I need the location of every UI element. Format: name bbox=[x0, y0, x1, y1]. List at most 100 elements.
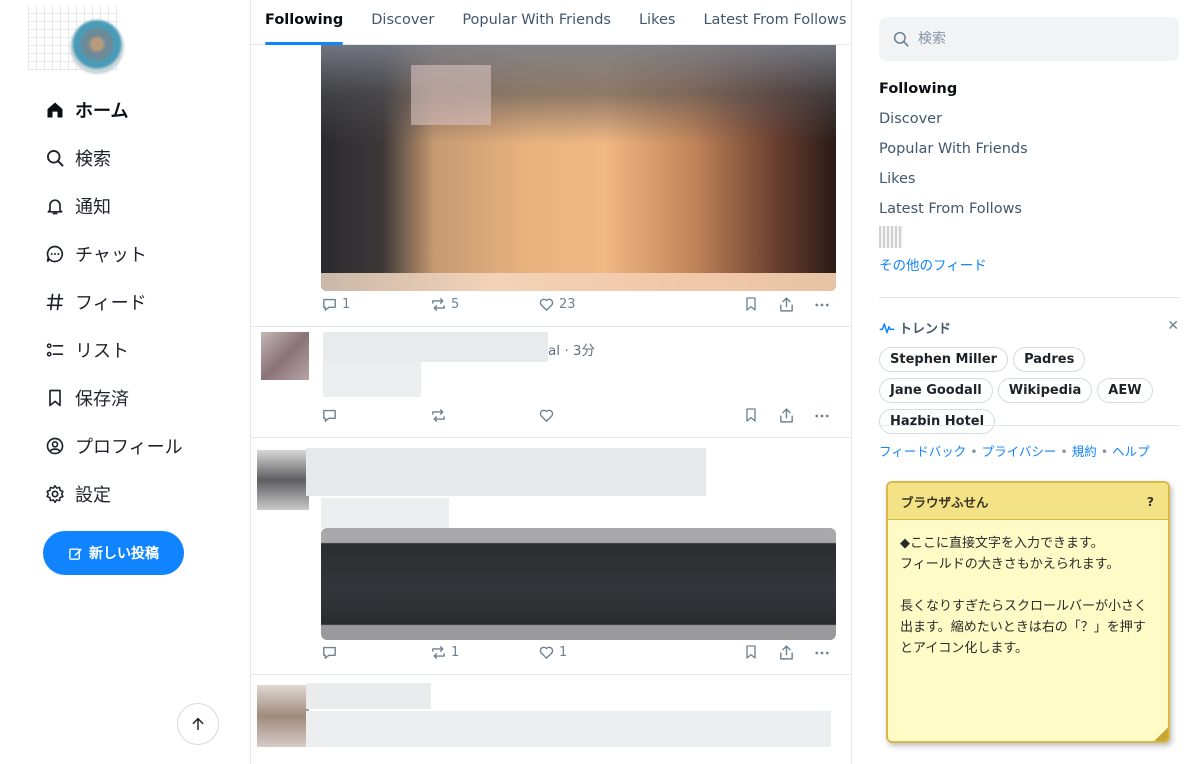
bookmark-icon bbox=[44, 387, 66, 409]
share-button[interactable] bbox=[778, 407, 795, 424]
heart-icon bbox=[539, 409, 554, 422]
tab-popular-with-friends[interactable]: Popular With Friends bbox=[462, 0, 625, 44]
tab-discover[interactable]: Discover bbox=[371, 0, 448, 44]
sticky-note-help-button[interactable]: ? bbox=[1147, 494, 1154, 509]
repost-button[interactable]: 5 bbox=[430, 296, 459, 313]
bookmark-button[interactable] bbox=[743, 296, 759, 312]
trend-pill[interactable]: Hazbin Hotel bbox=[879, 409, 996, 434]
sticky-note[interactable]: ブラウザふせん ? ◆ここに直接文字を入力できます。 フィールドの大きさもかえら… bbox=[886, 481, 1170, 743]
redacted-text bbox=[306, 683, 431, 709]
tab-likes[interactable]: Likes bbox=[639, 0, 689, 44]
nav-item-search[interactable]: 検索 bbox=[44, 134, 183, 182]
nav-item-label: ホーム bbox=[75, 101, 129, 122]
share-button[interactable] bbox=[778, 644, 795, 661]
more-icon bbox=[815, 651, 829, 655]
post-item[interactable] bbox=[251, 675, 851, 764]
feed-link-likes[interactable]: Likes bbox=[879, 168, 1028, 198]
trend-pill[interactable]: AEW bbox=[1097, 378, 1153, 403]
like-count: 1 bbox=[559, 645, 568, 660]
sticky-note-header[interactable]: ブラウザふせん ? bbox=[888, 483, 1168, 520]
feed-link-following[interactable]: Following bbox=[879, 78, 1028, 108]
repost-button[interactable] bbox=[430, 407, 447, 424]
footer-link-feedback[interactable]: フィードバック bbox=[879, 444, 966, 459]
more-options-button[interactable] bbox=[813, 644, 831, 662]
like-button[interactable] bbox=[538, 407, 555, 424]
redacted-text bbox=[323, 362, 421, 397]
post-item[interactable]: al · 3分 bbox=[251, 327, 851, 438]
redacted-text bbox=[323, 332, 548, 362]
more-options-button[interactable] bbox=[813, 407, 831, 425]
search-input[interactable] bbox=[918, 31, 1168, 47]
like-button[interactable]: 1 bbox=[538, 644, 567, 661]
scroll-to-top-button[interactable] bbox=[177, 703, 219, 745]
close-icon[interactable]: ✕ bbox=[1167, 318, 1179, 334]
feed-list: Following Discover Popular With Friends … bbox=[879, 78, 1028, 274]
author-avatar[interactable] bbox=[257, 450, 309, 510]
repost-icon bbox=[432, 646, 445, 659]
trend-pill[interactable]: Jane Goodall bbox=[879, 378, 993, 403]
repost-icon bbox=[432, 409, 445, 422]
trending-pills: Stephen Miller Padres Jane Goodall Wikip… bbox=[879, 347, 1184, 434]
feed-avatar-thumb[interactable] bbox=[879, 226, 903, 248]
bookmark-icon bbox=[746, 408, 756, 422]
nav-item-label: フィード bbox=[75, 293, 147, 314]
author-avatar[interactable] bbox=[261, 332, 309, 380]
avatar-image bbox=[70, 20, 124, 74]
feed-link-latest-from-follows[interactable]: Latest From Follows bbox=[879, 198, 1028, 228]
like-button[interactable]: 23 bbox=[538, 296, 576, 313]
trend-pill[interactable]: Wikipedia bbox=[997, 378, 1093, 403]
share-button[interactable] bbox=[778, 296, 795, 313]
footer-link-help[interactable]: ヘルプ bbox=[1112, 444, 1150, 459]
post-item[interactable]: 1 5 23 bbox=[251, 0, 851, 327]
nav-item-settings[interactable]: 設定 bbox=[44, 470, 183, 518]
resize-handle[interactable] bbox=[1152, 725, 1168, 741]
trend-pill[interactable]: Padres bbox=[1013, 347, 1086, 372]
nav-item-label: チャット bbox=[75, 245, 147, 266]
reply-button[interactable]: 1 bbox=[321, 296, 350, 313]
nav-item-feeds[interactable]: フィード bbox=[44, 278, 183, 326]
reply-button[interactable] bbox=[321, 407, 338, 424]
heart-icon bbox=[539, 646, 554, 659]
nav-item-label: 保存済 bbox=[75, 389, 129, 410]
feed-link-popular-with-friends[interactable]: Popular With Friends bbox=[879, 138, 1028, 168]
more-feeds-link[interactable]: その他のフィード bbox=[879, 254, 1028, 274]
post-image[interactable] bbox=[321, 528, 836, 640]
list-icon bbox=[44, 339, 66, 361]
footer-links: フィードバック • プライバシー • 規約 • ヘルプ bbox=[879, 444, 1150, 459]
trend-pill[interactable]: Stephen Miller bbox=[879, 347, 1009, 372]
nav-item-label: 通知 bbox=[75, 197, 111, 218]
nav-item-lists[interactable]: リスト bbox=[44, 326, 183, 374]
bookmark-button[interactable] bbox=[743, 644, 759, 660]
new-post-button[interactable]: 新しい投稿 bbox=[43, 531, 184, 575]
post-actions bbox=[321, 407, 841, 425]
gear-icon bbox=[44, 483, 66, 505]
author-avatar[interactable] bbox=[257, 685, 309, 747]
user-avatar[interactable] bbox=[28, 6, 124, 74]
chat-icon bbox=[44, 243, 66, 265]
post-image[interactable] bbox=[321, 45, 836, 291]
reply-icon bbox=[323, 409, 336, 422]
tab-following[interactable]: Following bbox=[265, 0, 357, 45]
repost-button[interactable]: 1 bbox=[430, 644, 459, 661]
nav-item-saved[interactable]: 保存済 bbox=[44, 374, 183, 422]
nav-item-notifications[interactable]: 通知 bbox=[44, 182, 183, 230]
post-item[interactable]: 1 1 bbox=[251, 438, 851, 675]
sticky-note-textarea[interactable]: ◆ここに直接文字を入力できます。 フィールドの大きさもかえられます。 長くなりす… bbox=[888, 520, 1168, 659]
feed-link-discover[interactable]: Discover bbox=[879, 108, 1028, 138]
app-root: ホーム 検索 通知 チャット フィード リスト 保存済 プロフィール 設定 新し… bbox=[0, 0, 1197, 764]
nav-item-chat[interactable]: チャット bbox=[44, 230, 183, 278]
tab-latest-from-follows[interactable]: Latest From Follows bbox=[703, 0, 851, 44]
divider bbox=[879, 425, 1180, 426]
nav-item-profile[interactable]: プロフィール bbox=[44, 422, 183, 470]
profile-icon bbox=[44, 435, 66, 457]
nav-item-home[interactable]: ホーム bbox=[44, 86, 183, 134]
reply-button[interactable] bbox=[321, 644, 338, 661]
footer-link-terms[interactable]: 規約 bbox=[1072, 444, 1097, 459]
footer-link-privacy[interactable]: プライバシー bbox=[982, 444, 1057, 459]
nav-item-label: 検索 bbox=[75, 149, 111, 170]
share-icon bbox=[780, 645, 793, 660]
search-box[interactable] bbox=[879, 17, 1179, 61]
more-options-button[interactable] bbox=[813, 296, 831, 314]
bookmark-button[interactable] bbox=[743, 407, 759, 423]
left-sidebar: ホーム 検索 通知 チャット フィード リスト 保存済 プロフィール 設定 新し… bbox=[0, 0, 250, 764]
